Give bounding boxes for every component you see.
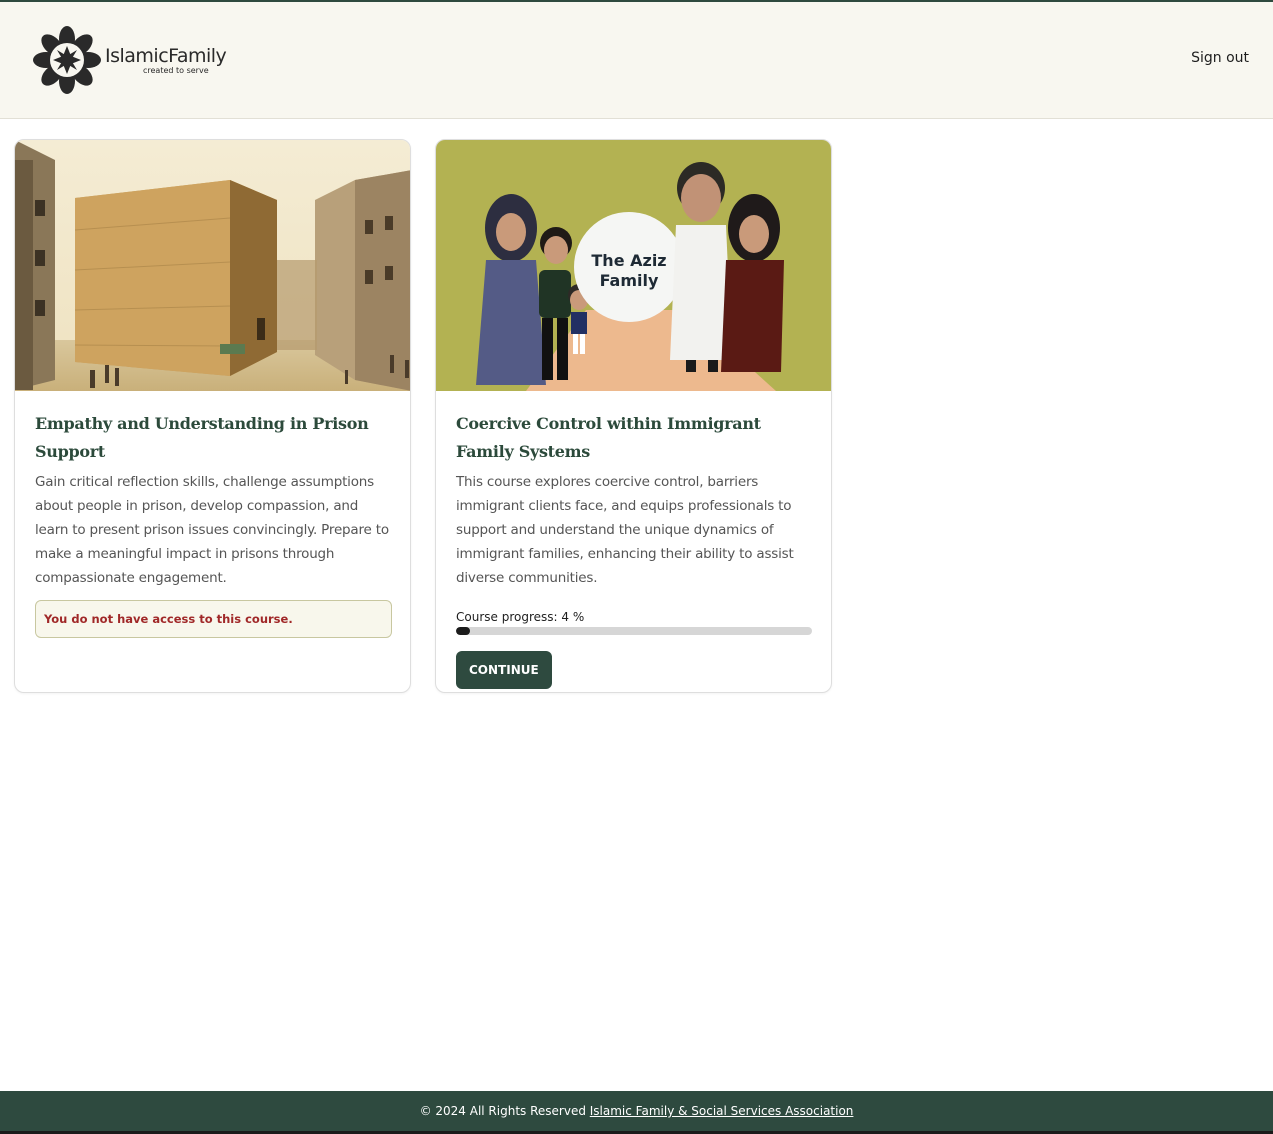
no-access-alert: You do not have access to this course.	[35, 600, 392, 638]
image-caption-line2: Family	[600, 271, 659, 290]
course-progress-bar	[456, 627, 812, 635]
course-image-prison	[15, 140, 410, 391]
course-progress-label: Course progress: 4 %	[456, 610, 585, 624]
site-footer: © 2024 All Rights Reserved Islamic Famil…	[0, 1091, 1273, 1131]
sign-out-link[interactable]: Sign out	[1191, 50, 1249, 66]
site-header: IslamicFamily created to serve Sign out	[0, 2, 1273, 119]
site-logo[interactable]: IslamicFamily created to serve	[33, 26, 233, 94]
logo-tagline: created to serve	[143, 66, 209, 75]
course-description: This course explores coercive control, b…	[456, 474, 794, 586]
course-progress-fill	[456, 627, 471, 635]
logo-flower-icon	[33, 26, 101, 94]
course-image-family: The Aziz Family	[436, 140, 831, 391]
continue-button[interactable]: CONTINUE	[456, 651, 552, 689]
course-card-body: Coercive Control within Immigrant Family…	[456, 410, 813, 689]
prison-building-illustration	[15, 140, 410, 391]
course-title[interactable]: Coercive Control within Immigrant Family…	[456, 410, 813, 466]
logo-name: IslamicFamily	[105, 45, 227, 67]
course-card-body: Empathy and Understanding in Prison Supp…	[35, 410, 392, 638]
course-title[interactable]: Empathy and Understanding in Prison Supp…	[35, 410, 392, 466]
footer-copyright: © 2024 All Rights Reserved	[419, 1104, 590, 1118]
image-caption-line1: The Aziz	[591, 251, 666, 270]
footer-organization-link[interactable]: Islamic Family & Social Services Associa…	[590, 1104, 854, 1118]
course-card-coercive-control: The Aziz Family Coercive Control within …	[435, 139, 832, 693]
course-card-prison-support: Empathy and Understanding in Prison Supp…	[14, 139, 411, 693]
course-description: Gain critical reflection skills, challen…	[35, 474, 389, 586]
family-illustration: The Aziz Family	[436, 140, 831, 391]
